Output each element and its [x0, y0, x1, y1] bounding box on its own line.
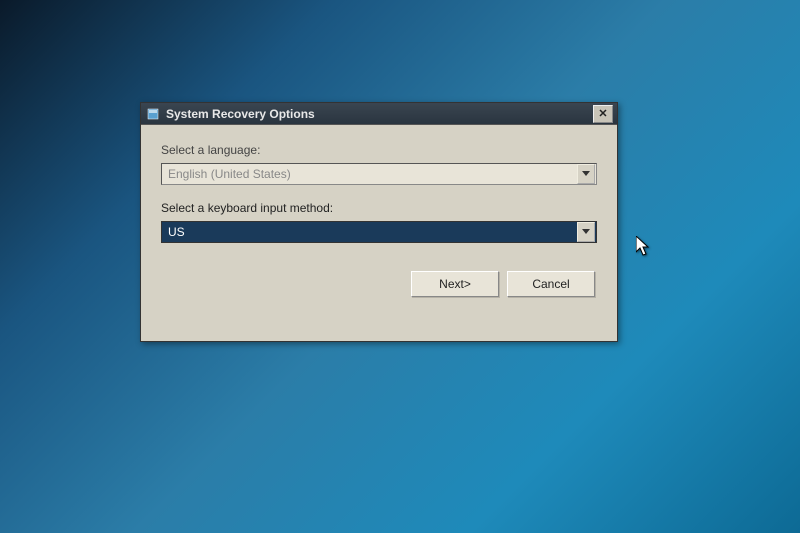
language-dropdown[interactable]: English (United States) [161, 163, 597, 185]
close-icon: ✕ [598, 107, 607, 120]
keyboard-label: Select a keyboard input method: [161, 201, 597, 215]
language-label: Select a language: [161, 143, 597, 157]
close-button[interactable]: ✕ [593, 105, 613, 123]
language-value: English (United States) [162, 167, 576, 181]
dialog-body: Select a language: English (United State… [141, 125, 617, 309]
cancel-button[interactable]: Cancel [507, 271, 595, 297]
chevron-down-icon [577, 164, 595, 184]
app-icon [145, 106, 161, 122]
button-row: Next> Cancel [161, 271, 597, 297]
cursor-icon [636, 236, 652, 261]
keyboard-value: US [162, 225, 576, 239]
titlebar: System Recovery Options ✕ [141, 103, 617, 125]
chevron-down-icon [577, 222, 595, 242]
next-button[interactable]: Next> [411, 271, 499, 297]
dialog-title: System Recovery Options [166, 107, 593, 121]
keyboard-dropdown[interactable]: US [161, 221, 597, 243]
system-recovery-dialog: System Recovery Options ✕ Select a langu… [140, 102, 618, 342]
